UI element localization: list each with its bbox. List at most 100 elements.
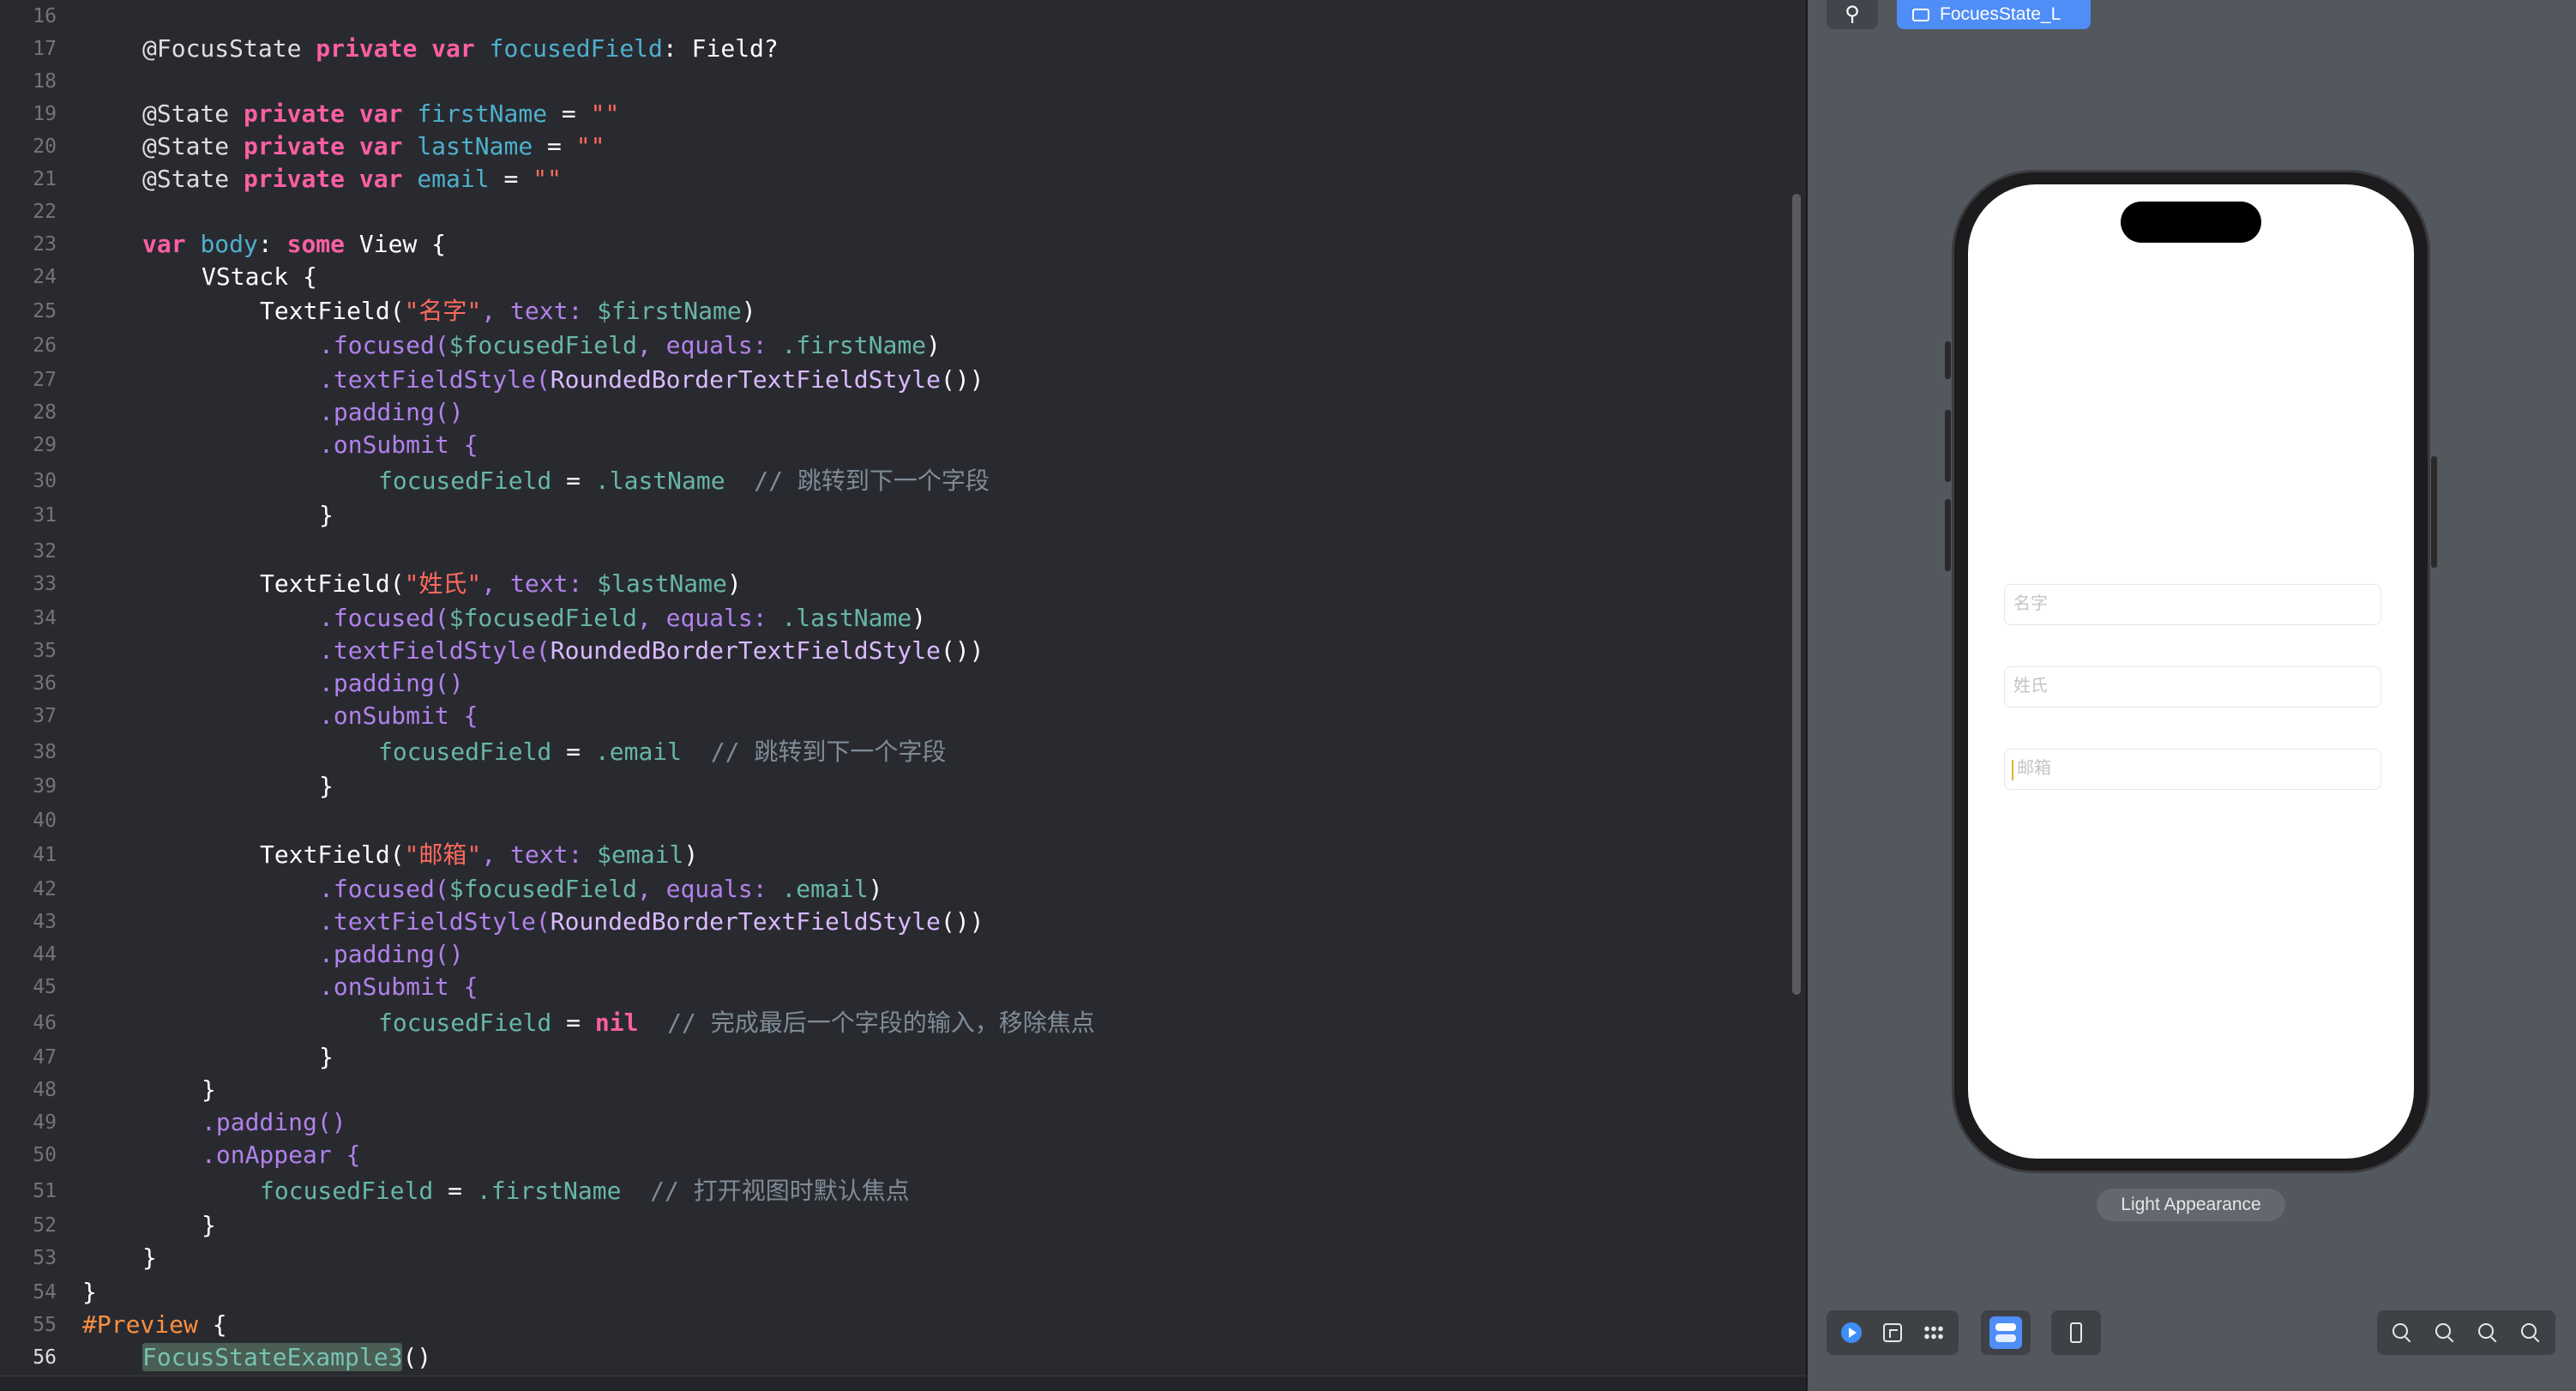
zoom-actual-button[interactable] xyxy=(2429,1316,2461,1349)
token: TextField( xyxy=(260,297,405,325)
line-number: 38 xyxy=(33,741,57,763)
text-caret xyxy=(2012,760,2013,780)
token: private xyxy=(316,34,418,63)
line-number: 54 xyxy=(33,1281,57,1304)
token: ) xyxy=(726,569,742,598)
phone-side-button xyxy=(2431,456,2437,568)
live-icon xyxy=(1841,1322,1862,1343)
canvas-settings-button[interactable] xyxy=(1989,1316,2022,1349)
line-number: 42 xyxy=(33,878,57,900)
pin-icon: ⚲ xyxy=(1845,3,1860,26)
line-number: 48 xyxy=(33,1079,57,1101)
code-line-46: focusedField = nil // 完成最后一个字段的输入，移除焦点 xyxy=(378,1007,1095,1039)
token: "邮箱" xyxy=(404,840,482,869)
line-number: 19 xyxy=(33,103,57,125)
first-name-field[interactable]: 名字 xyxy=(2004,584,2381,625)
variants-button[interactable] xyxy=(1917,1316,1950,1349)
canvas-settings-icon xyxy=(1995,1323,2016,1342)
token: RoundedBorderTextFieldStyle xyxy=(550,907,941,936)
line-number: 27 xyxy=(33,369,57,391)
token: ) xyxy=(926,331,941,359)
pin-preview-button[interactable]: ⚲ xyxy=(1827,0,1878,29)
line-number: 39 xyxy=(33,775,57,798)
code-line-33: TextField("姓氏", text: $lastName) xyxy=(260,568,742,600)
code-line-39: } xyxy=(319,770,334,803)
token: .firstName xyxy=(781,331,927,359)
device-settings-button[interactable] xyxy=(2060,1316,2092,1349)
token: .email xyxy=(594,738,683,766)
token: "" xyxy=(533,165,562,193)
source-code[interactable]: @FocusState private var focusedField : Fi… xyxy=(82,0,1780,1376)
line-number-gutter: 16 17 18 19 20 21 22 23 24 25 26 27 28 29 30 31 32 33 34 35… xyxy=(0,0,69,1376)
line-number: 36 xyxy=(33,672,57,695)
token: .firstName xyxy=(476,1177,622,1205)
token: ) xyxy=(912,604,927,632)
code-line-47: } xyxy=(319,1041,334,1074)
line-number: 17 xyxy=(33,38,57,60)
code-line-48: } xyxy=(202,1074,216,1106)
email-field[interactable]: 邮箱 xyxy=(2004,749,2381,790)
token: = xyxy=(489,165,533,193)
token: @State xyxy=(142,165,230,193)
live-mode-button[interactable] xyxy=(1835,1316,1868,1349)
code-line-36: .padding() xyxy=(319,667,464,700)
code-line-23: var body: some View { xyxy=(142,228,446,261)
line-number: 55 xyxy=(33,1314,57,1336)
line-number: 29 xyxy=(33,434,57,456)
token: lastName xyxy=(417,132,533,160)
token: @State xyxy=(142,99,230,128)
first-name-placeholder: 名字 xyxy=(2013,594,2048,613)
code-line-45: .onSubmit { xyxy=(319,971,478,1003)
email-placeholder: 邮箱 xyxy=(2017,759,2051,778)
token: .onSubmit { xyxy=(319,702,478,730)
token: var xyxy=(358,132,403,160)
token: @FocusState xyxy=(142,34,302,63)
token: focusedField xyxy=(378,467,552,495)
line-number: 47 xyxy=(33,1046,57,1069)
token: $email xyxy=(597,840,684,869)
line-number: 25 xyxy=(33,300,57,322)
token: .padding() xyxy=(319,669,464,697)
zoom-fit-button[interactable] xyxy=(2471,1316,2504,1349)
phone-screen[interactable]: 名字 姓氏 邮箱 xyxy=(1968,184,2414,1159)
preview-canvas[interactable]: ⚲ FocuesState_L 名字 姓氏 邮箱 Light Appearanc… xyxy=(1808,0,2576,1391)
last-name-field[interactable]: 姓氏 xyxy=(2004,666,2381,708)
preview-window-icon xyxy=(1912,8,1929,21)
token: RoundedBorderTextFieldStyle xyxy=(550,365,941,394)
token: , text: xyxy=(481,569,598,598)
selectable-mode-button[interactable] xyxy=(1876,1316,1909,1349)
phone-action-button xyxy=(1945,341,1951,379)
token: = xyxy=(533,132,576,160)
token: email xyxy=(417,165,490,193)
line-number: 44 xyxy=(33,943,57,966)
editor-scrollbar[interactable] xyxy=(1792,194,1801,995)
last-name-placeholder: 姓氏 xyxy=(2013,677,2048,696)
token: { xyxy=(197,1310,227,1339)
token: = xyxy=(551,1009,595,1037)
token: = xyxy=(433,1177,477,1205)
code-line-21: @State private var email = "" xyxy=(142,163,562,196)
token: .padding() xyxy=(202,1108,346,1136)
zoom-in-button[interactable] xyxy=(2514,1316,2547,1349)
line-number: 16 xyxy=(33,5,57,27)
token: = xyxy=(547,99,591,128)
zoom-in-icon xyxy=(2521,1323,2540,1342)
token: @State xyxy=(142,132,230,160)
code-line-28: .padding() xyxy=(319,396,464,429)
code-line-17: @FocusState private var focusedField: Fi… xyxy=(142,33,779,65)
token: var xyxy=(358,99,403,128)
line-number: 52 xyxy=(33,1214,57,1237)
code-line-31: } xyxy=(319,499,334,532)
token: // 跳转到下一个字段 xyxy=(682,738,947,766)
selectable-icon xyxy=(1883,1323,1902,1342)
preview-tab[interactable]: FocuesState_L xyxy=(1897,0,2091,29)
code-line-52: } xyxy=(202,1209,216,1242)
token: .onSubmit { xyxy=(319,972,478,1001)
line-number: 28 xyxy=(33,401,57,424)
line-number: 18 xyxy=(33,70,57,93)
iphone-preview: 名字 姓氏 邮箱 xyxy=(1952,170,2430,1173)
code-editor[interactable]: 16 17 18 19 20 21 22 23 24 25 26 27 28 29 30 31 32 33 34 35… xyxy=(0,0,1806,1376)
token: : Field? xyxy=(662,34,779,63)
appearance-label[interactable]: Light Appearance xyxy=(2097,1189,2285,1221)
zoom-out-button[interactable] xyxy=(2386,1316,2418,1349)
